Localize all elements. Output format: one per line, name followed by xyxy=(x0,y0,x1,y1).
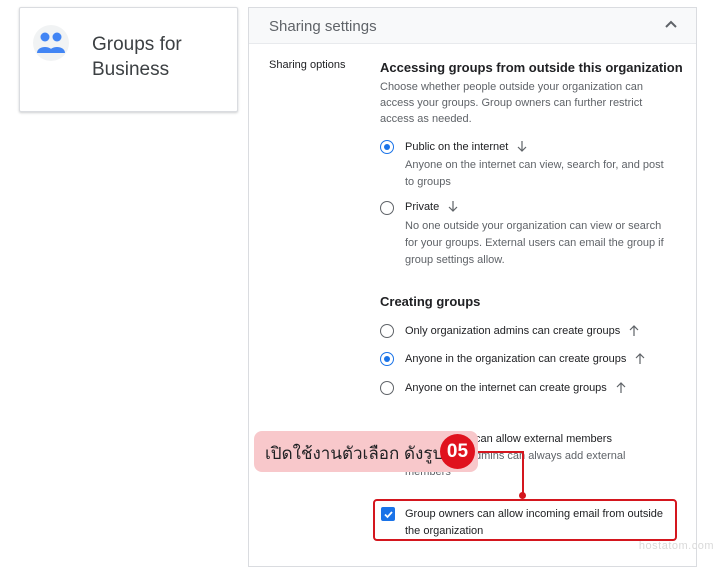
highlight-box xyxy=(373,499,677,541)
app-title: Groups for Business xyxy=(92,34,182,80)
callout-text: เปิดใช้งานตัวเลือก ดังรูป xyxy=(265,444,444,463)
arrow-up-icon xyxy=(616,382,626,396)
radio-private[interactable] xyxy=(380,201,394,215)
chevron-up-icon[interactable] xyxy=(662,16,680,34)
radio-public[interactable] xyxy=(380,140,394,154)
option-admins-only-label: Only organization admins can create grou… xyxy=(405,325,621,337)
option-anyone-internet[interactable]: Anyone on the internet can create groups xyxy=(405,382,626,396)
option-private-description: No one outside your organization can vie… xyxy=(405,220,664,266)
outside-access-description: Choose whether people outside your organ… xyxy=(380,81,643,125)
outside-access-heading: Accessing groups from outside this organ… xyxy=(380,60,683,75)
connector-dot xyxy=(519,492,526,499)
connector-line xyxy=(474,451,524,453)
connector-line xyxy=(522,452,524,496)
option-public-label: Public on the internet xyxy=(405,141,509,153)
section-label: Sharing options xyxy=(269,59,346,71)
creating-groups-heading: Creating groups xyxy=(380,294,481,309)
option-public-description: Anyone on the internet can view, search … xyxy=(405,159,664,188)
option-anyone-in-org[interactable]: Anyone in the organization can create gr… xyxy=(405,353,645,367)
arrow-down-icon xyxy=(448,201,458,215)
app-card: Groups for Business xyxy=(19,7,238,112)
panel-header[interactable]: Sharing settings xyxy=(249,8,696,44)
option-admins-only[interactable]: Only organization admins can create grou… xyxy=(405,325,639,339)
option-public[interactable]: Public on the internet xyxy=(405,141,527,155)
option-private[interactable]: Private xyxy=(405,201,458,215)
sharing-settings-panel: Sharing settings Sharing options Accessi… xyxy=(248,7,697,567)
option-anyone-internet-label: Anyone on the internet can create groups xyxy=(405,382,607,394)
external-members-label[interactable]: can allow external members xyxy=(475,431,675,448)
step-badge: 05 xyxy=(440,434,475,469)
option-anyone-in-org-label: Anyone in the organization can create gr… xyxy=(405,353,627,365)
radio-admins-only[interactable] xyxy=(380,324,394,338)
watermark: hostatom.com xyxy=(638,540,714,552)
option-private-label: Private xyxy=(405,201,440,213)
radio-anyone-in-org[interactable] xyxy=(380,352,394,366)
arrow-up-icon xyxy=(629,325,639,339)
groups-icon xyxy=(33,25,69,61)
radio-anyone-internet[interactable] xyxy=(380,381,394,395)
panel-title: Sharing settings xyxy=(269,18,377,35)
arrow-up-icon xyxy=(635,353,645,367)
arrow-down-icon xyxy=(517,141,527,155)
